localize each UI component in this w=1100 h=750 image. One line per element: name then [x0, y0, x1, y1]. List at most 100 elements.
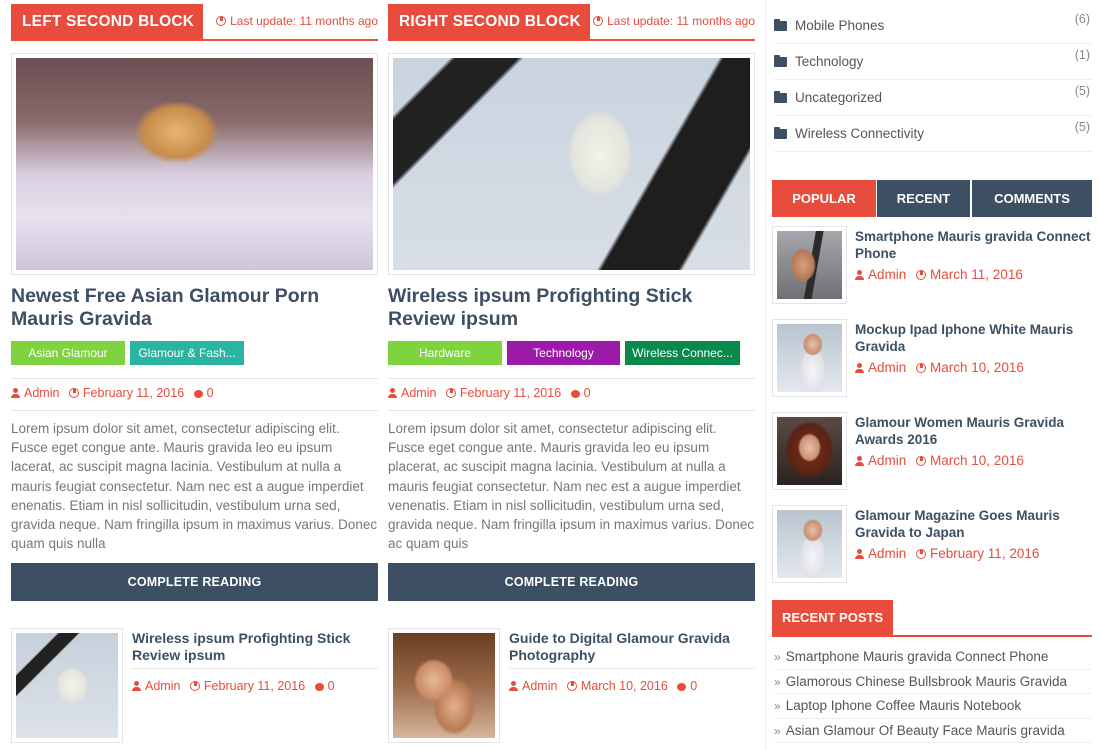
comment-icon [570, 390, 580, 398]
date-link[interactable]: March 10, 2016 [916, 360, 1024, 375]
list-item: Glamour Women Mauris Gravida Awards 2016… [772, 412, 1094, 492]
tag-hardware[interactable]: Hardware [388, 341, 502, 365]
tag-asian-glamour[interactable]: Asian Glamour [11, 341, 125, 365]
category-item-uncategorized[interactable]: Uncategorized (5) [774, 80, 1092, 116]
list-item: Smartphone Mauris gravida Connect Phone … [772, 226, 1094, 306]
tag-list: Hardware Technology Wireless Connec... [388, 341, 740, 365]
block-title: RIGHT SECOND BLOCK [388, 4, 590, 39]
author-link[interactable]: Admin [855, 360, 906, 375]
author-link[interactable]: Admin [388, 386, 436, 400]
tab-recent[interactable]: RECENT [877, 180, 970, 217]
folder-icon [774, 91, 787, 103]
post-excerpt: Lorem ipsum dolor sit amet, consectetur … [388, 421, 755, 552]
date-link[interactable]: February 11, 2016 [68, 386, 184, 400]
complete-reading-button[interactable]: COMPLETE READING [388, 563, 755, 601]
clock-icon [593, 16, 604, 26]
comments-link[interactable]: 0 [193, 386, 214, 400]
folder-icon [774, 19, 787, 31]
recent-posts-title: RECENT POSTS [772, 600, 894, 635]
featured-post-title[interactable]: Wireless ipsum Profighting Stick Review … [388, 285, 755, 331]
post-title[interactable]: Glamour Magazine Goes Mauris Gravida to … [855, 507, 1095, 541]
list-item: Glamour Magazine Goes Mauris Gravida to … [772, 505, 1094, 585]
date-link[interactable]: February 11, 2016 [189, 679, 305, 693]
divider [11, 410, 378, 411]
comments-link[interactable]: 0 [314, 679, 335, 693]
recent-post-link[interactable]: » Asian Glamour Of Beauty Face Mauris gra… [774, 719, 1092, 743]
sidebar: Mobile Phones (6) Technology (1) Uncategor… [765, 0, 1100, 750]
folder-icon [774, 127, 787, 139]
category-item-technology[interactable]: Technology (1) [774, 44, 1092, 80]
tag-glamour-fashion[interactable]: Glamour & Fash... [130, 341, 244, 365]
comment-icon [193, 390, 203, 398]
category-item-mobile-phones[interactable]: Mobile Phones (6) [774, 8, 1092, 44]
clock-icon [216, 16, 227, 26]
tag-wireless-connectivity[interactable]: Wireless Connec... [625, 341, 740, 365]
post-meta: Admin March 10, 2016 [855, 453, 1030, 468]
chevron-right-icon: » [774, 674, 781, 689]
featured-image[interactable] [388, 53, 755, 275]
post-meta: Admin February 11, 2016 0 [132, 679, 341, 693]
date-link[interactable]: February 11, 2016 [445, 386, 561, 400]
list-item: Mockup Ipad Iphone White Mauris Gravida … [772, 319, 1094, 399]
author-link[interactable]: Admin [509, 679, 557, 693]
category-count: (5) [1074, 120, 1090, 134]
block-header: LEFT SECOND BLOCK Last update: 11 months… [11, 0, 378, 41]
block-title: LEFT SECOND BLOCK [11, 4, 204, 39]
comments-link[interactable]: 0 [677, 679, 697, 693]
user-icon [509, 681, 518, 691]
comments-link[interactable]: 0 [570, 386, 591, 400]
post-meta: Admin February 11, 2016 0 [11, 386, 220, 400]
date-link[interactable]: March 11, 2016 [916, 267, 1023, 282]
last-update: Last update: 11 months ago [216, 14, 378, 28]
post-title[interactable]: Glamour Women Mauris Gravida Awards 2016 [855, 414, 1095, 448]
author-link[interactable]: Admin [855, 546, 906, 561]
post-thumbnail[interactable] [772, 505, 847, 583]
clock-icon [916, 456, 927, 466]
small-post-title[interactable]: Guide to Digital Glamour Gravida Photogr… [509, 630, 755, 664]
author-link[interactable]: Admin [11, 386, 59, 400]
category-count: (1) [1074, 48, 1090, 62]
recent-post-list: » Smartphone Mauris gravida Connect Phone… [774, 645, 1092, 743]
featured-image[interactable] [11, 53, 378, 275]
tab-comments[interactable]: COMMENTS [972, 180, 1092, 217]
last-update: Last update: 11 months ago [593, 14, 755, 28]
left-second-block: LEFT SECOND BLOCK Last update: 11 months… [11, 0, 378, 743]
tag-technology[interactable]: Technology [507, 341, 620, 365]
date-link[interactable]: February 11, 2016 [916, 546, 1039, 561]
clock-icon [916, 363, 927, 373]
chevron-right-icon: » [774, 699, 781, 713]
clock-icon [916, 270, 927, 280]
date-link[interactable]: March 10, 2016 [916, 453, 1024, 468]
small-post-title[interactable]: Wireless ipsum Profighting Stick Review … [132, 630, 378, 664]
post-meta: Admin March 10, 2016 0 [509, 679, 703, 693]
author-link[interactable]: Admin [855, 453, 906, 468]
author-link[interactable]: Admin [855, 267, 906, 282]
tab-popular[interactable]: POPULAR [772, 180, 876, 217]
author-link[interactable]: Admin [132, 679, 180, 693]
category-item-wireless-connectivity[interactable]: Wireless Connectivity (5) [774, 116, 1092, 152]
date-link[interactable]: March 10, 2016 [566, 679, 668, 693]
user-icon [388, 388, 397, 398]
post-title[interactable]: Mockup Ipad Iphone White Mauris Gravida [855, 321, 1095, 355]
recent-post-link[interactable]: » Smartphone Mauris gravida Connect Phone [774, 645, 1092, 670]
recent-post-link[interactable]: » Glamorous Chinese Bullsbrook Mauris Gra… [774, 670, 1092, 694]
comment-icon [314, 683, 324, 691]
post-thumbnail[interactable] [772, 226, 847, 304]
user-icon [11, 388, 20, 398]
category-count: (6) [1074, 12, 1090, 26]
small-post-thumbnail[interactable] [11, 628, 123, 743]
chevron-right-icon: » [774, 650, 781, 664]
featured-post-title[interactable]: Newest Free Asian Glamour Porn Mauris Gr… [11, 285, 378, 331]
recent-posts-header: RECENT POSTS [772, 600, 1092, 637]
complete-reading-button[interactable]: COMPLETE READING [11, 563, 378, 601]
post-meta: Admin March 11, 2016 [855, 267, 1029, 282]
right-second-block: RIGHT SECOND BLOCK Last update: 11 month… [388, 0, 755, 743]
post-thumbnail[interactable] [772, 319, 847, 397]
recent-post-link[interactable]: » Laptop Iphone Coffee Mauris Notebook [774, 694, 1092, 719]
small-post-thumbnail[interactable] [388, 628, 500, 743]
user-icon [855, 270, 864, 280]
post-title[interactable]: Smartphone Mauris gravida Connect Phone [855, 228, 1095, 262]
small-post: Guide to Digital Glamour Gravida Photogr… [388, 628, 755, 743]
post-thumbnail[interactable] [772, 412, 847, 490]
clock-icon [566, 681, 577, 691]
